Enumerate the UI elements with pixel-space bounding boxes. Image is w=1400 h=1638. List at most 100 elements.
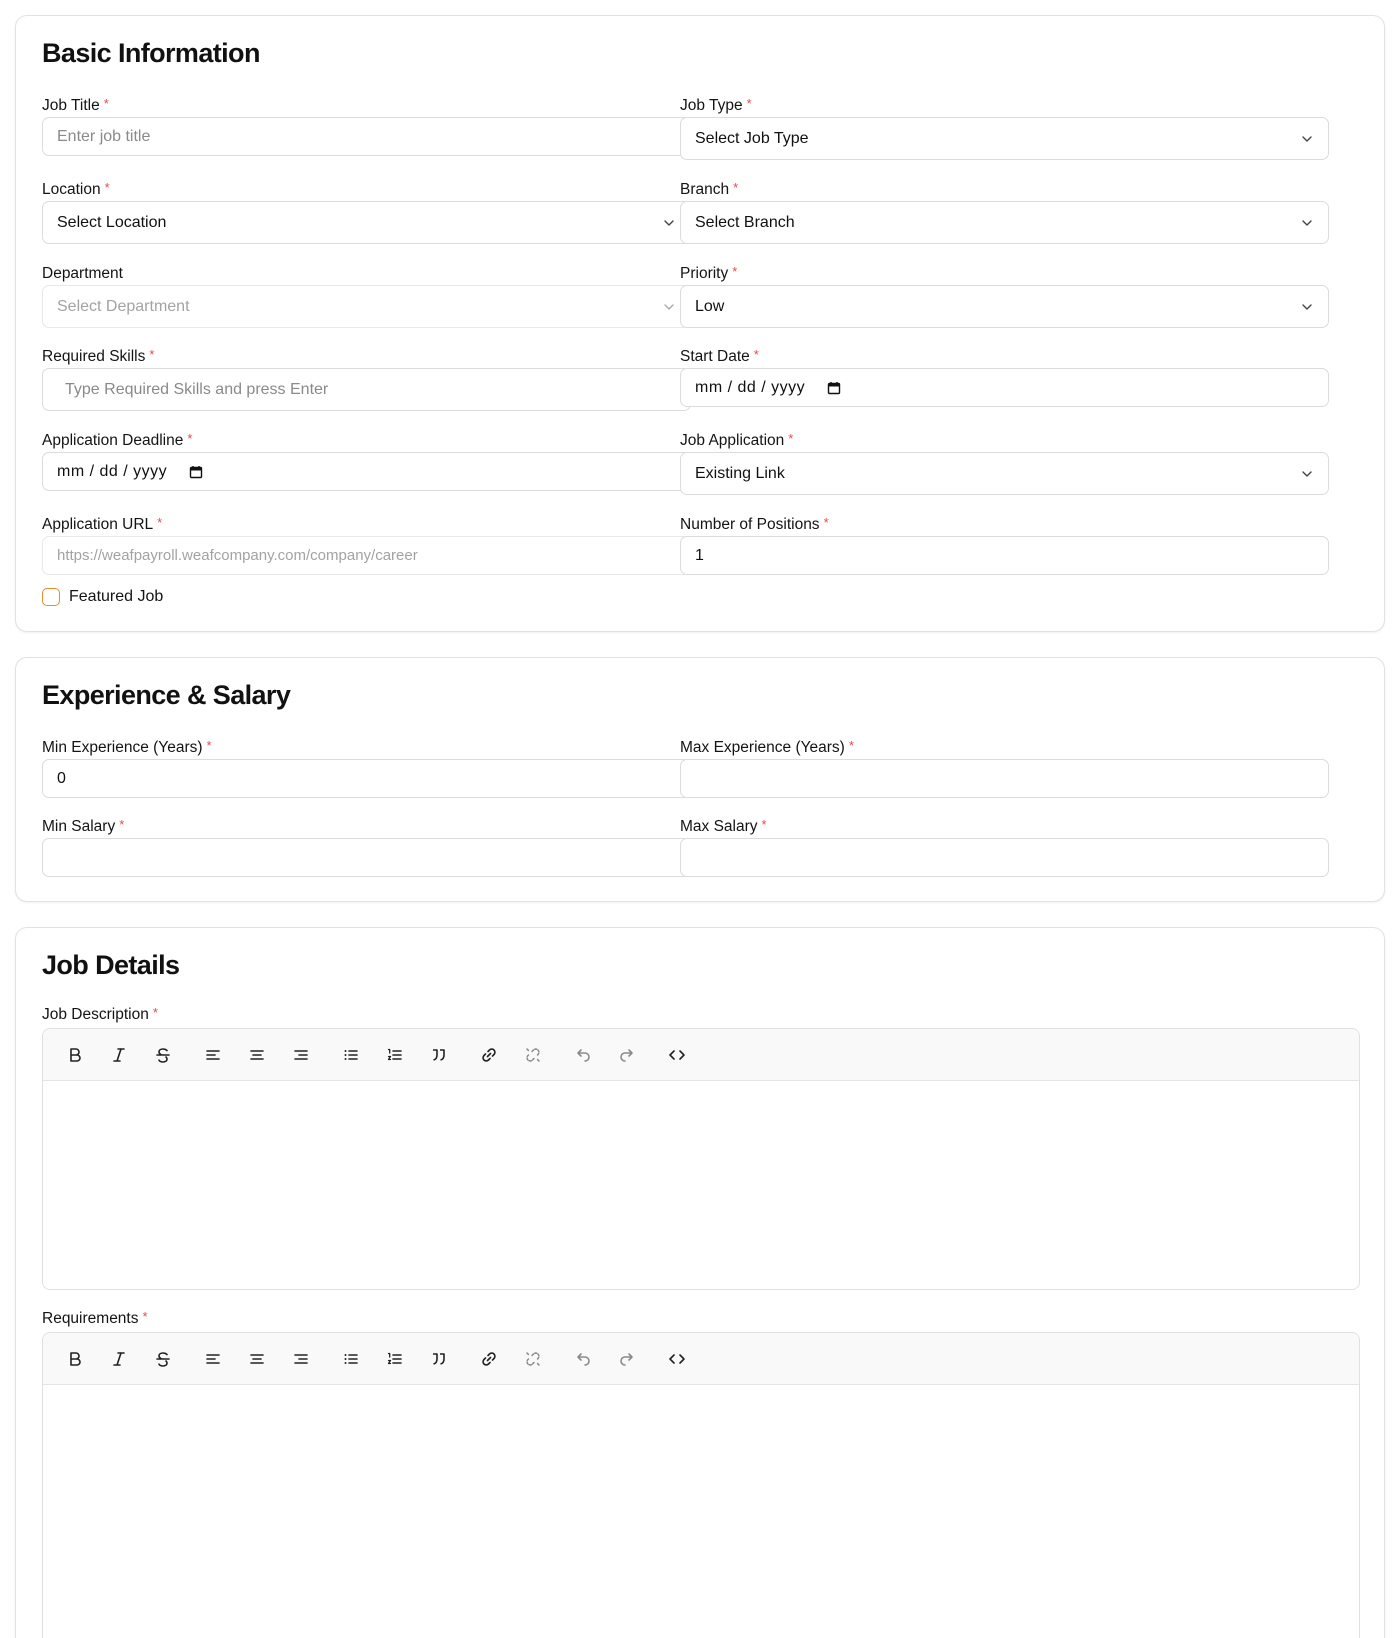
min-salary-input[interactable]	[42, 838, 691, 877]
priority-select[interactable]: Low	[680, 285, 1329, 328]
required-skills-label: Required Skills	[42, 348, 146, 365]
field-priority: Priority * Low	[680, 263, 1329, 328]
job-application-label: Job Application	[680, 432, 785, 449]
align-left-icon[interactable]	[199, 1345, 227, 1373]
required-skills-input[interactable]: Type Required Skills and press Enter	[42, 368, 691, 411]
job-description-content[interactable]	[43, 1081, 1359, 1289]
field-min-salary: Min Salary *	[42, 816, 691, 877]
field-start-date: Start Date * mm / dd / yyyy	[680, 346, 1329, 407]
bullet-list-icon[interactable]	[337, 1345, 365, 1373]
ordered-list-icon[interactable]	[381, 1041, 409, 1069]
requirements-field-label: Requirements *	[42, 1308, 148, 1330]
field-max-salary: Max Salary *	[680, 816, 1329, 877]
required-marker: *	[187, 431, 193, 446]
required-marker: *	[103, 96, 109, 111]
strikethrough-icon[interactable]	[149, 1041, 177, 1069]
align-center-icon[interactable]	[243, 1041, 271, 1069]
align-left-icon[interactable]	[199, 1041, 227, 1069]
application-url-label: Application URL	[42, 516, 154, 533]
chevron-down-icon	[1302, 303, 1312, 310]
required-marker: *	[104, 180, 110, 195]
requirements-editor	[42, 1332, 1360, 1638]
branch-label: Branch	[680, 181, 730, 198]
section-title-basic-information: Basic Information	[42, 38, 260, 68]
requirements-content[interactable]	[43, 1385, 1359, 1638]
chevron-down-icon	[1302, 219, 1312, 226]
job-type-label: Job Type	[680, 97, 743, 114]
job-description-field-label: Job Description *	[42, 1004, 158, 1026]
section-title-experience-salary: Experience & Salary	[42, 680, 291, 710]
department-label: Department	[42, 265, 123, 282]
align-right-icon[interactable]	[287, 1345, 315, 1373]
application-deadline-input[interactable]: mm / dd / yyyy	[42, 452, 691, 491]
unlink-icon[interactable]	[519, 1345, 547, 1373]
strikethrough-icon[interactable]	[149, 1345, 177, 1373]
number-of-positions-label: Number of Positions	[680, 516, 820, 533]
job-description-label: Job Description	[42, 1006, 149, 1023]
field-application-url: Application URL * https://weafpayroll.wea…	[42, 514, 691, 575]
section-title-job-details: Job Details	[42, 950, 180, 980]
experience-salary-card: Experience & Salary Min Experience (Year…	[15, 657, 1385, 902]
department-select[interactable]: Select Department	[42, 285, 691, 328]
editor-toolbar	[43, 1333, 1359, 1385]
chevron-down-icon	[664, 303, 674, 310]
ordered-list-icon[interactable]	[381, 1345, 409, 1373]
max-salary-input[interactable]	[680, 838, 1329, 877]
code-icon[interactable]	[663, 1041, 691, 1069]
max-experience-input[interactable]	[680, 759, 1329, 798]
chevron-down-icon	[664, 219, 674, 226]
required-marker: *	[206, 738, 212, 753]
number-of-positions-input[interactable]: 1	[680, 536, 1329, 575]
italic-icon[interactable]	[105, 1041, 133, 1069]
editor-toolbar	[43, 1029, 1359, 1081]
application-url-input[interactable]: https://weafpayroll.weafcompany.com/comp…	[42, 536, 691, 575]
min-salary-label: Min Salary	[42, 818, 116, 835]
redo-icon[interactable]	[613, 1345, 641, 1373]
redo-icon[interactable]	[613, 1041, 641, 1069]
calendar-icon[interactable]	[189, 465, 203, 479]
required-marker: *	[732, 264, 738, 279]
job-description-editor	[42, 1028, 1360, 1290]
branch-select[interactable]: Select Branch	[680, 201, 1329, 244]
bold-icon[interactable]	[61, 1345, 89, 1373]
link-icon[interactable]	[475, 1345, 503, 1373]
bold-icon[interactable]	[61, 1041, 89, 1069]
min-experience-label: Min Experience (Years)	[42, 739, 203, 756]
priority-label: Priority	[680, 265, 729, 282]
basic-information-card: Basic Information Job Title * Enter job t…	[15, 15, 1385, 632]
location-select[interactable]: Select Location	[42, 201, 691, 244]
bullet-list-icon[interactable]	[337, 1041, 365, 1069]
job-type-select[interactable]: Select Job Type	[680, 117, 1329, 160]
undo-icon[interactable]	[569, 1041, 597, 1069]
required-marker: *	[753, 347, 759, 362]
start-date-label: Start Date	[680, 348, 750, 365]
align-center-icon[interactable]	[243, 1345, 271, 1373]
job-title-input[interactable]: Enter job title	[42, 117, 691, 156]
field-job-type: Job Type * Select Job Type	[680, 95, 1329, 160]
link-icon[interactable]	[475, 1041, 503, 1069]
blockquote-icon[interactable]	[425, 1041, 453, 1069]
required-marker: *	[788, 431, 794, 446]
featured-job-checkbox[interactable]	[42, 588, 60, 606]
field-application-deadline: Application Deadline * mm / dd / yyyy	[42, 430, 691, 491]
required-marker: *	[848, 738, 854, 753]
featured-job-label: Featured Job	[69, 588, 164, 605]
undo-icon[interactable]	[569, 1345, 597, 1373]
code-icon[interactable]	[663, 1345, 691, 1373]
field-max-experience: Max Experience (Years) *	[680, 737, 1329, 798]
unlink-icon[interactable]	[519, 1041, 547, 1069]
min-experience-input[interactable]: 0	[42, 759, 691, 798]
job-application-select[interactable]: Existing Link	[680, 452, 1329, 495]
italic-icon[interactable]	[105, 1345, 133, 1373]
align-right-icon[interactable]	[287, 1041, 315, 1069]
chevron-down-icon	[1302, 135, 1312, 142]
calendar-icon[interactable]	[827, 381, 841, 395]
max-experience-label: Max Experience (Years)	[680, 739, 845, 756]
blockquote-icon[interactable]	[425, 1345, 453, 1373]
start-date-input[interactable]: mm / dd / yyyy	[680, 368, 1329, 407]
application-deadline-label: Application Deadline	[42, 432, 184, 449]
field-job-application: Job Application * Existing Link	[680, 430, 1329, 495]
required-marker: *	[761, 817, 767, 832]
featured-job-row: Featured Job	[42, 588, 163, 606]
location-label: Location	[42, 181, 101, 198]
